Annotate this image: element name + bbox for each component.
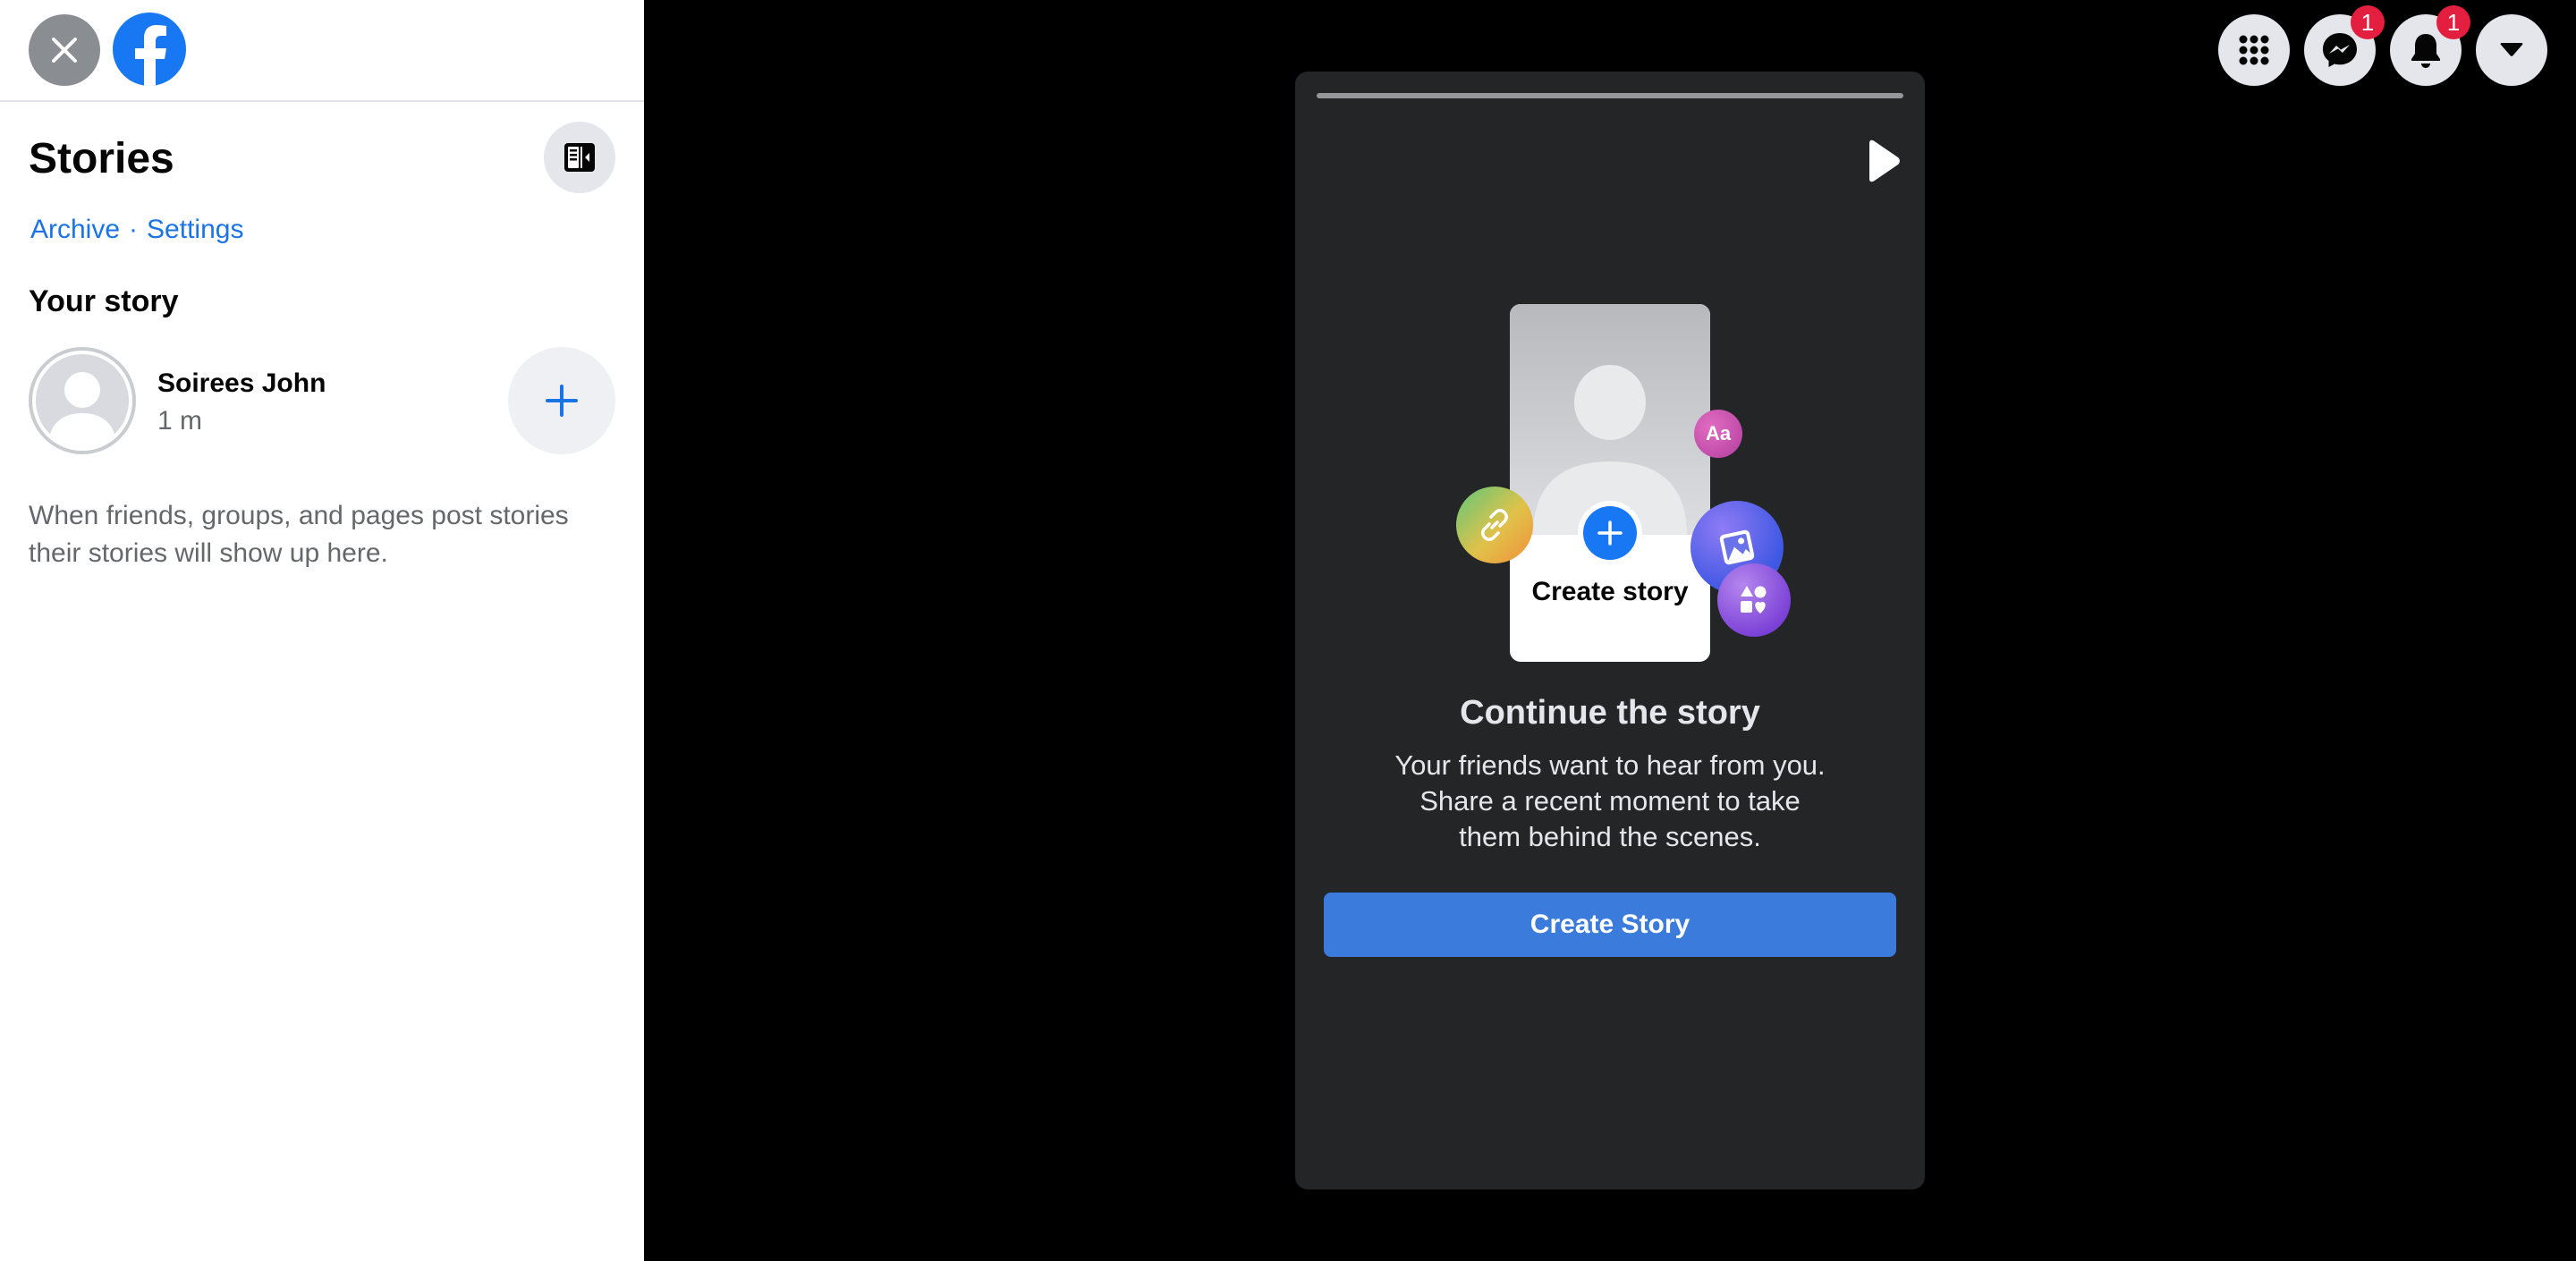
create-story-illustration: Create story Aa xyxy=(1456,302,1791,669)
plus-icon xyxy=(1597,520,1623,546)
story-progress-bar xyxy=(1317,93,1903,98)
panel-toggle-icon xyxy=(564,143,595,172)
play-icon xyxy=(1869,140,1900,182)
create-story-mockup-label: Create story xyxy=(1531,577,1689,606)
settings-link[interactable]: Settings xyxy=(147,215,243,245)
toggle-panel-button[interactable] xyxy=(544,122,615,193)
shapes-icon xyxy=(1741,586,1767,614)
messenger-badge: 1 xyxy=(2351,5,2385,39)
archive-link[interactable]: Archive xyxy=(30,215,120,245)
story-viewer-card: Create story Aa Continue the story Your … xyxy=(1295,72,1925,1189)
avatar xyxy=(36,354,129,447)
caret-down-icon xyxy=(2500,43,2523,56)
story-owner-name: Soirees John xyxy=(157,368,326,398)
story-timestamp: 1 m xyxy=(157,406,203,436)
stories-sidebar: Stories Archive · Settings Your story Soir… xyxy=(0,0,644,1261)
messenger-icon xyxy=(2323,33,2357,67)
shapes-bubble xyxy=(1717,563,1791,637)
phone-plus-button xyxy=(1578,501,1642,565)
continue-story-description: Your friends want to hear from you. Shar… xyxy=(1394,749,1826,852)
empty-stories-message: When friends, groups, and pages post sto… xyxy=(29,501,569,568)
bell-icon xyxy=(2411,34,2440,68)
play-button[interactable] xyxy=(1864,138,1903,184)
link-icon xyxy=(1481,509,1508,541)
link-bubble xyxy=(1456,487,1533,563)
plus-icon xyxy=(546,385,578,417)
create-story-button[interactable]: Create Story xyxy=(1324,893,1896,957)
close-button[interactable] xyxy=(29,14,100,86)
text-bubble: Aa xyxy=(1694,410,1742,458)
menu-button[interactable] xyxy=(2218,14,2290,86)
story-avatar-ring xyxy=(29,347,136,454)
facebook-logo[interactable] xyxy=(113,13,186,86)
menu-grid-icon xyxy=(2239,35,2269,65)
messenger-button[interactable]: 1 xyxy=(2304,5,2385,86)
close-icon xyxy=(52,38,77,63)
notifications-badge: 1 xyxy=(2436,5,2470,39)
facebook-f-icon xyxy=(135,25,166,86)
sidebar-header xyxy=(0,0,644,102)
default-avatar-icon xyxy=(48,372,116,447)
text-aa-icon: Aa xyxy=(1705,422,1732,444)
link-separator: · xyxy=(129,215,139,244)
your-story-heading: Your story xyxy=(29,284,179,318)
notifications-button[interactable]: 1 xyxy=(2390,5,2470,86)
your-story-item[interactable]: Soirees John 1 m xyxy=(29,347,615,454)
continue-story-title: Continue the story xyxy=(1460,694,1760,732)
add-to-story-button[interactable] xyxy=(508,347,615,454)
account-menu-button[interactable] xyxy=(2476,14,2547,86)
sidebar-title: Stories xyxy=(29,135,174,182)
story-links: Archive · Settings xyxy=(30,215,243,245)
story-phone-mockup: Create story xyxy=(1510,304,1710,662)
